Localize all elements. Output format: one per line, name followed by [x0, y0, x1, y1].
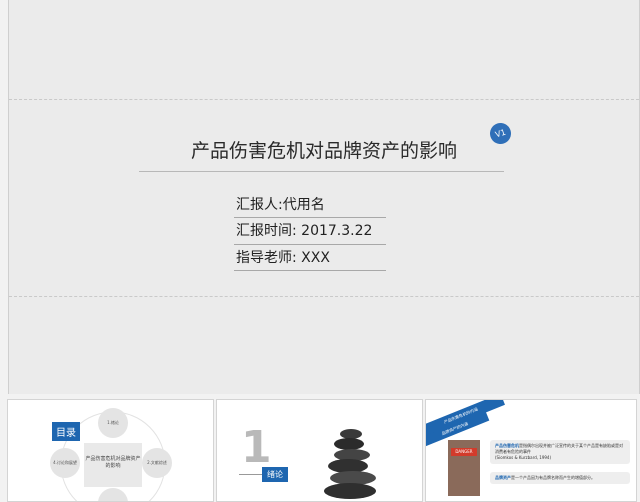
stacked-stones-image [324, 429, 376, 499]
definition-note-1: 产品伤害危机是指偶尔出现并被广泛宣传的关于某个产品是有缺陷或是对消费者有危险的事… [490, 440, 630, 464]
section-number: 1 [241, 422, 272, 473]
note1-title: 产品伤害危机 [495, 443, 519, 448]
toc-item-4: 4.讨论和展望 [50, 448, 80, 478]
section-label: 绪论 [262, 467, 288, 482]
advisor-rule [234, 270, 386, 271]
dashed-divider-top [9, 99, 639, 100]
advisor-line: 指导老师: XXX [236, 250, 330, 266]
note1-cite: (Siomkos & Kurzbard, 1994) [495, 455, 552, 460]
slide-thumbnail-intro[interactable]: 1 绪论 [216, 399, 423, 502]
report-date-rule [234, 244, 386, 245]
toc-label: 目录 [52, 422, 80, 441]
section-rule [239, 474, 263, 475]
danger-tag: DANGER [451, 448, 477, 456]
slide-title: 产品伤害危机对品牌资产的影响 [190, 140, 457, 162]
dashed-divider-bottom [9, 296, 639, 297]
title-underline [139, 171, 504, 172]
note2-text: 是一个产品因为有品牌名称而产生的增值部分。 [511, 475, 595, 480]
definition-note-2: 品牌资产是一个产品因为有品牌名称而产生的增值部分。 [490, 472, 630, 484]
toc-center-title: 产品伤害危机对品牌资产的影响 [84, 443, 142, 487]
main-slide: V1 产品伤害危机对品牌资产的影响 汇报人:代用名 汇报时间: 2017.3.2… [8, 0, 640, 394]
slide-thumbnail-definitions[interactable]: 产品伤害危机的内涵 品牌资产的内涵 DANGER 产品伤害危机是指偶尔出现并被广… [425, 399, 637, 502]
note2-title: 品牌资产 [495, 475, 511, 480]
slide-thumbnail-toc[interactable]: 目录 1.绪论 2.文献综述 4.讨论和展望 产品伤害危机对品牌资产的影响 [7, 399, 214, 502]
reporter-line: 汇报人:代用名 [236, 197, 325, 213]
reporter-rule [234, 217, 386, 218]
danger-photo: DANGER [448, 440, 480, 496]
toc-item-2: 2.文献综述 [142, 448, 172, 478]
report-date-line: 汇报时间: 2017.3.22 [236, 223, 373, 239]
toc-item-1: 1.绪论 [98, 408, 128, 438]
